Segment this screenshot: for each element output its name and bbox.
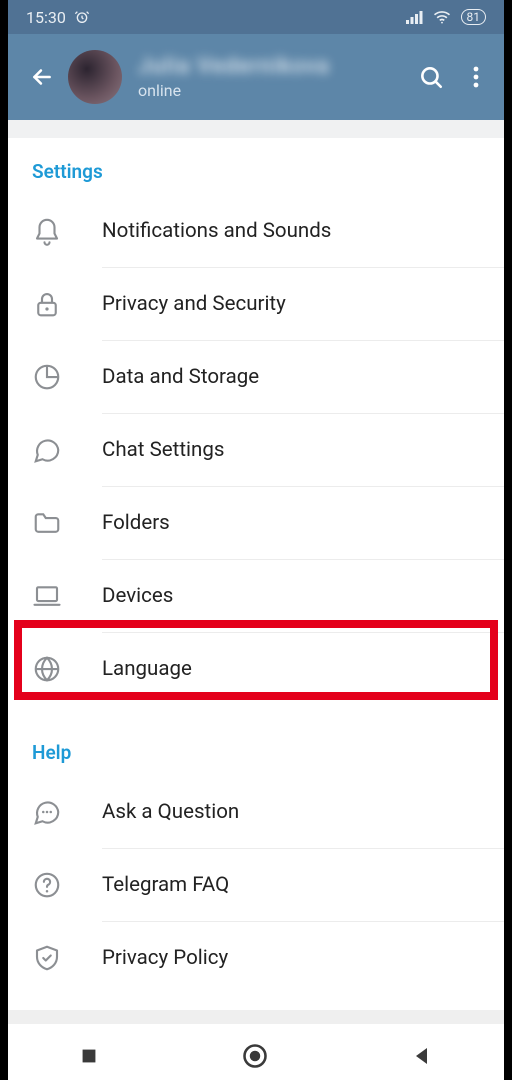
settings-body: Settings Notifications and Sounds Privac… bbox=[8, 138, 504, 994]
search-icon[interactable] bbox=[418, 64, 444, 90]
lock-icon bbox=[32, 289, 102, 319]
profile-status: online bbox=[138, 81, 418, 100]
laptop-icon bbox=[32, 581, 102, 611]
item-language[interactable]: Language bbox=[8, 633, 504, 705]
signal-icon bbox=[406, 10, 423, 24]
question-chat-icon bbox=[32, 797, 102, 827]
item-ask[interactable]: Ask a Question bbox=[8, 776, 504, 848]
nav-recent-icon[interactable] bbox=[78, 1045, 100, 1067]
item-devices[interactable]: Devices bbox=[8, 560, 504, 632]
battery-indicator: 81 bbox=[461, 9, 487, 25]
back-button[interactable] bbox=[20, 64, 64, 90]
settings-list: Notifications and Sounds Privacy and Sec… bbox=[8, 195, 504, 705]
item-policy[interactable]: Privacy Policy bbox=[8, 922, 504, 994]
item-data[interactable]: Data and Storage bbox=[8, 341, 504, 413]
item-label: Language bbox=[102, 657, 192, 681]
status-bar: 15:30 81 bbox=[8, 0, 504, 34]
android-navbar bbox=[8, 1024, 504, 1080]
item-faq[interactable]: Telegram FAQ bbox=[8, 849, 504, 921]
item-label: Chat Settings bbox=[102, 438, 224, 462]
help-list: Ask a Question Telegram FAQ Privacy Poli… bbox=[8, 776, 504, 994]
item-chat[interactable]: Chat Settings bbox=[8, 414, 504, 486]
separator-strip bbox=[8, 120, 504, 138]
nav-strip bbox=[8, 1010, 504, 1024]
item-label: Privacy and Security bbox=[102, 292, 286, 316]
status-left: 15:30 bbox=[26, 8, 90, 27]
section-title-help: Help bbox=[8, 731, 504, 776]
chat-icon bbox=[32, 435, 102, 465]
more-icon[interactable] bbox=[472, 65, 480, 89]
battery-level: 81 bbox=[467, 10, 481, 24]
item-label: Notifications and Sounds bbox=[102, 219, 331, 243]
item-label: Privacy Policy bbox=[102, 946, 228, 970]
nav-home-icon[interactable] bbox=[241, 1042, 269, 1070]
item-label: Ask a Question bbox=[102, 800, 239, 824]
alarm-icon bbox=[74, 9, 90, 25]
header-actions bbox=[418, 64, 480, 90]
app-frame: 15:30 81 Julia Vedernikova online bbox=[0, 0, 512, 1080]
item-folders[interactable]: Folders bbox=[8, 487, 504, 559]
folder-icon bbox=[32, 508, 102, 538]
item-notifications[interactable]: Notifications and Sounds bbox=[8, 195, 504, 267]
status-right: 81 bbox=[406, 9, 487, 25]
item-label: Devices bbox=[102, 584, 173, 608]
nav-back-icon[interactable] bbox=[410, 1044, 434, 1068]
globe-icon bbox=[32, 654, 102, 684]
status-time: 15:30 bbox=[26, 8, 66, 27]
wifi-icon bbox=[433, 10, 451, 24]
item-privacy[interactable]: Privacy and Security bbox=[8, 268, 504, 340]
header-text: Julia Vedernikova online bbox=[138, 54, 418, 100]
profile-name: Julia Vedernikova bbox=[138, 54, 418, 79]
app-header: Julia Vedernikova online bbox=[8, 34, 504, 120]
shield-check-icon bbox=[32, 943, 102, 973]
bell-icon bbox=[32, 216, 102, 246]
help-circle-icon bbox=[32, 870, 102, 900]
item-label: Telegram FAQ bbox=[102, 873, 229, 897]
pie-icon bbox=[32, 362, 102, 392]
section-title-settings: Settings bbox=[8, 138, 504, 195]
avatar[interactable] bbox=[68, 50, 122, 104]
item-label: Data and Storage bbox=[102, 365, 259, 389]
item-label: Folders bbox=[102, 511, 170, 535]
